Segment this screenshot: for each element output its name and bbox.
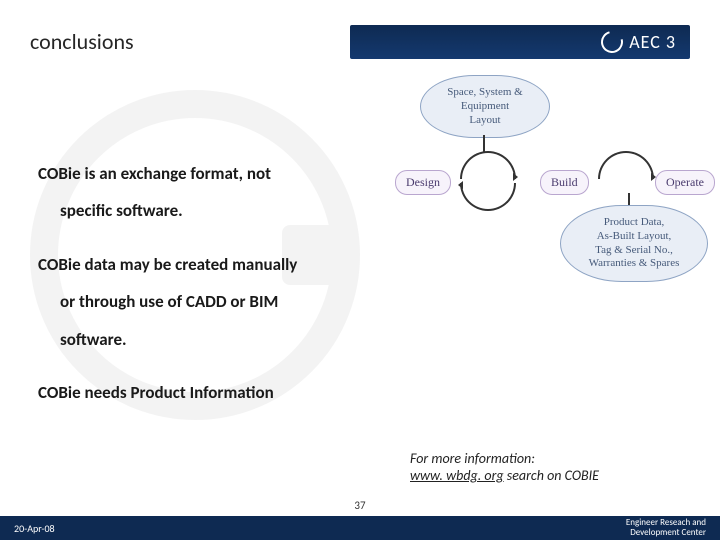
bullet-3: COBie needs Product Information — [38, 374, 358, 411]
bullet-1-line-2: specific software. — [38, 192, 358, 229]
page-number: 37 — [354, 499, 365, 512]
arc-build-operate — [598, 151, 654, 179]
cloud-bottom-l2: As-Built Layout, — [569, 230, 699, 244]
arc-build-design — [460, 183, 516, 211]
cloud-bottom: Product Data, As-Built Layout, Tag & Ser… — [560, 205, 708, 282]
bullet-2-line-1: COBie data may be created manually — [38, 254, 297, 275]
pill-build: Build — [540, 170, 589, 195]
bullet-3-line-1: COBie needs Product Information — [38, 382, 274, 403]
cloud-top-l3: Layout — [429, 114, 541, 128]
cloud-top-l1: Space, System & — [429, 86, 541, 100]
pill-operate: Operate — [655, 170, 715, 195]
body-text: COBie is an exchange format, not specifi… — [38, 155, 358, 427]
swirl-icon — [597, 26, 627, 56]
footer-bar: 20-Apr-08 Engineer Reseach and Developme… — [0, 516, 720, 540]
slide-title: conclusions — [30, 24, 350, 59]
process-diagram: Space, System & Equipment Layout Design … — [360, 75, 710, 305]
pill-design: Design — [395, 170, 451, 195]
cloud-bottom-l3: Tag & Serial No., — [569, 244, 699, 258]
brand-logo: AEC 3 — [601, 31, 676, 53]
slide: conclusions AEC 3 COBie is an exchange f… — [0, 0, 720, 540]
brand-text: AEC 3 — [629, 31, 676, 53]
bullet-2-line-2: or through use of CADD or BIM — [38, 283, 358, 320]
cloud-bottom-l4: Warranties & Spares — [569, 257, 699, 271]
arc-design-build — [460, 151, 516, 179]
bullet-1-line-1: COBie is an exchange format, not — [38, 163, 271, 184]
bullet-2-line-3: software. — [38, 321, 358, 358]
cloud-bottom-l1: Product Data, — [569, 216, 699, 230]
more-info-link[interactable]: www. wbdg. org — [410, 467, 504, 484]
footer-date: 20-Apr-08 — [14, 522, 55, 535]
title-band: AEC 3 — [350, 25, 690, 59]
footer-affil-l2: Development Center — [626, 528, 706, 538]
more-info-tail: search on COBIE — [504, 467, 599, 484]
bullet-1: COBie is an exchange format, not specifi… — [38, 155, 358, 230]
title-bar: conclusions AEC 3 — [30, 24, 690, 59]
cloud-top-l2: Equipment — [429, 100, 541, 114]
more-info-line: www. wbdg. org search on COBIE — [410, 467, 599, 484]
footer-affiliation: Engineer Reseach and Development Center — [626, 518, 706, 538]
more-info: For more information: www. wbdg. org sea… — [410, 450, 599, 484]
cloud-top: Space, System & Equipment Layout — [420, 75, 550, 138]
bullet-2: COBie data may be created manually or th… — [38, 246, 358, 358]
more-info-lead: For more information: — [410, 450, 599, 467]
